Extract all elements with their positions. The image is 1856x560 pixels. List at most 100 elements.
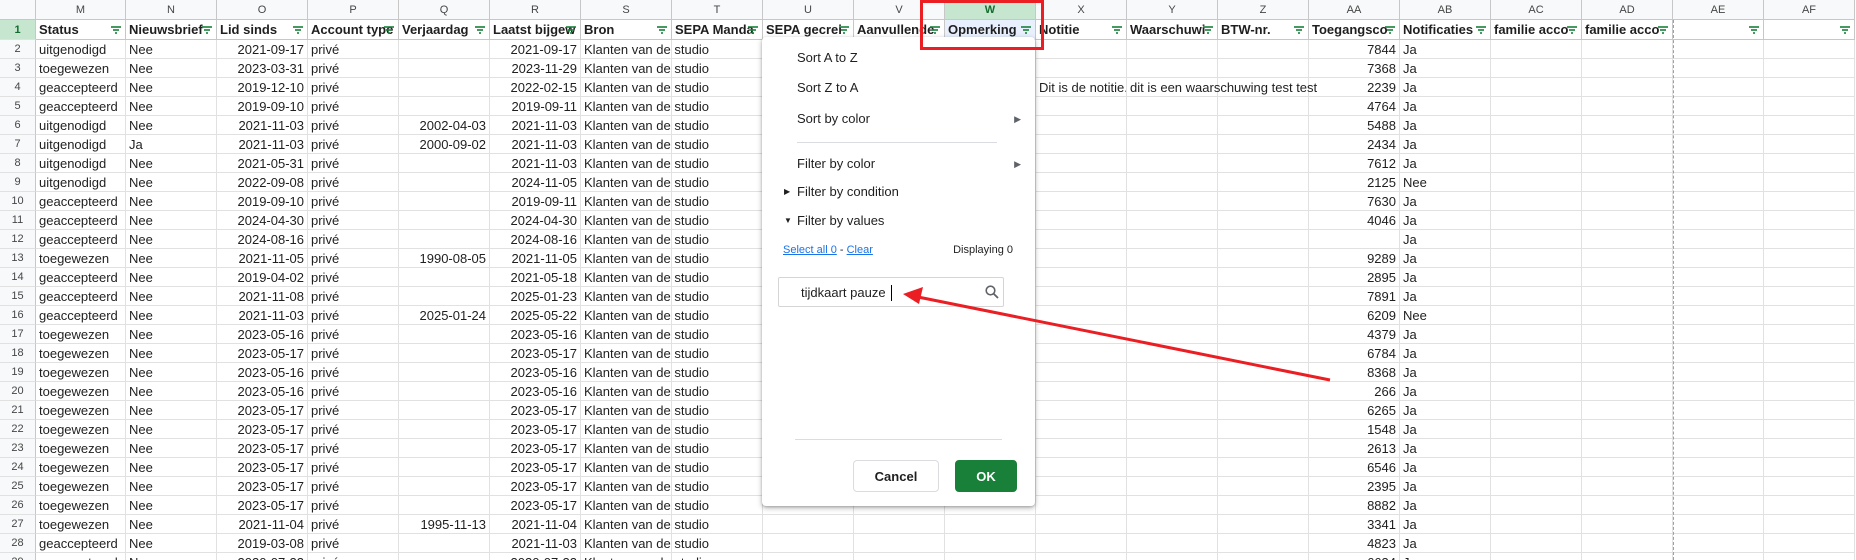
cell-acc[interactable]: privé bbox=[308, 211, 399, 230]
grid-cell[interactable] bbox=[1764, 59, 1855, 78]
grid-cell[interactable] bbox=[1673, 173, 1764, 192]
column-letter-u[interactable]: U bbox=[763, 0, 854, 20]
grid-cell[interactable] bbox=[1491, 116, 1582, 135]
grid-cell[interactable] bbox=[1491, 97, 1582, 116]
cell-status[interactable]: geaccepteerd bbox=[36, 287, 126, 306]
filter-icon[interactable] bbox=[745, 22, 761, 38]
filter-icon[interactable] bbox=[1200, 22, 1216, 38]
grid-cell[interactable] bbox=[1582, 78, 1673, 97]
row-number[interactable]: 7 bbox=[0, 135, 36, 154]
cell-status[interactable]: toegewezen bbox=[36, 515, 126, 534]
cell-acc[interactable]: privé bbox=[308, 249, 399, 268]
cell-verj[interactable] bbox=[399, 268, 490, 287]
cell-nieuws[interactable]: Nee bbox=[126, 496, 217, 515]
grid-cell[interactable] bbox=[1491, 439, 1582, 458]
filter-by-values-item[interactable]: ▼ Filter by values bbox=[762, 207, 1035, 235]
column-letter-p[interactable]: P bbox=[308, 0, 399, 20]
cell-toeg[interactable] bbox=[1309, 230, 1400, 249]
cell-notif[interactable]: Ja bbox=[1400, 325, 1491, 344]
cell-notitie[interactable] bbox=[1036, 211, 1127, 230]
cell-nieuws[interactable]: Nee bbox=[126, 420, 217, 439]
cell-acc[interactable]: privé bbox=[308, 97, 399, 116]
grid-cell[interactable] bbox=[1582, 173, 1673, 192]
cell-lid[interactable]: 2021-11-03 bbox=[217, 135, 308, 154]
cell-verj[interactable] bbox=[399, 211, 490, 230]
grid-cell[interactable] bbox=[1491, 534, 1582, 553]
cell-status[interactable]: toegewezen bbox=[36, 496, 126, 515]
cell-toeg[interactable]: 6209 bbox=[1309, 306, 1400, 325]
grid-cell[interactable] bbox=[1673, 211, 1764, 230]
column-letter-t[interactable]: T bbox=[672, 0, 763, 20]
row-number[interactable]: 12 bbox=[0, 230, 36, 249]
grid-cell[interactable] bbox=[1673, 135, 1764, 154]
cell-lid[interactable]: 2023-03-31 bbox=[217, 59, 308, 78]
cell-bron[interactable]: Klanten van de studio bbox=[581, 496, 709, 515]
cell-acc[interactable]: privé bbox=[308, 477, 399, 496]
cell-verj[interactable]: 2000-09-02 bbox=[399, 135, 490, 154]
cell-laatst[interactable]: 2020-07-22 bbox=[490, 553, 581, 560]
cell-waarsch[interactable] bbox=[1127, 325, 1309, 344]
filter-icon[interactable] bbox=[199, 22, 215, 38]
cell-toeg[interactable]: 2125 bbox=[1309, 173, 1400, 192]
cell-verj[interactable] bbox=[399, 344, 490, 363]
grid-cell[interactable] bbox=[1764, 97, 1855, 116]
cell-notitie[interactable] bbox=[1036, 382, 1127, 401]
cell-status[interactable]: toegewezen bbox=[36, 458, 126, 477]
grid-cell[interactable] bbox=[1491, 306, 1582, 325]
filter-icon[interactable] bbox=[1291, 22, 1307, 38]
cell-waarsch[interactable] bbox=[1127, 249, 1309, 268]
filter-icon[interactable] bbox=[108, 22, 124, 38]
cell-notif[interactable]: Ja bbox=[1400, 496, 1491, 515]
cell-nieuws[interactable]: Nee bbox=[126, 363, 217, 382]
grid-cell[interactable] bbox=[1491, 363, 1582, 382]
cell-notitie[interactable] bbox=[1036, 344, 1127, 363]
cell-notif[interactable]: Ja bbox=[1400, 192, 1491, 211]
cell-acc[interactable]: privé bbox=[308, 363, 399, 382]
grid-cell[interactable] bbox=[1764, 420, 1855, 439]
grid-cell[interactable] bbox=[1582, 534, 1673, 553]
filter-icon[interactable] bbox=[1655, 22, 1671, 38]
grid-cell[interactable] bbox=[1582, 496, 1673, 515]
row-number[interactable]: 22 bbox=[0, 420, 36, 439]
cell-verj[interactable] bbox=[399, 439, 490, 458]
cell-notitie[interactable] bbox=[1036, 553, 1127, 560]
row-number[interactable]: 6 bbox=[0, 116, 36, 135]
cell-acc[interactable]: privé bbox=[308, 325, 399, 344]
grid-cell[interactable] bbox=[1491, 211, 1582, 230]
cell-nieuws[interactable]: Nee bbox=[126, 534, 217, 553]
cell-status[interactable]: toegewezen bbox=[36, 249, 126, 268]
cancel-button[interactable]: Cancel bbox=[853, 460, 939, 492]
filter-search-box[interactable] bbox=[778, 277, 1004, 307]
grid-cell[interactable] bbox=[1673, 344, 1764, 363]
grid-cell[interactable] bbox=[1764, 287, 1855, 306]
grid-cell[interactable] bbox=[1582, 344, 1673, 363]
cell-notitie[interactable] bbox=[1036, 116, 1127, 135]
cell-notif[interactable]: Ja bbox=[1400, 477, 1491, 496]
cell-notif[interactable]: Ja bbox=[1400, 78, 1491, 97]
grid-cell[interactable] bbox=[1764, 325, 1855, 344]
cell-acc[interactable]: privé bbox=[308, 78, 399, 97]
grid-cell[interactable] bbox=[1673, 230, 1764, 249]
cell-verj[interactable]: 1995-11-13 bbox=[399, 515, 490, 534]
grid-cell[interactable] bbox=[1582, 211, 1673, 230]
cell-notitie[interactable] bbox=[1036, 477, 1127, 496]
cell-toeg[interactable]: 6784 bbox=[1309, 344, 1400, 363]
cell-laatst[interactable]: 2023-05-17 bbox=[490, 420, 581, 439]
column-letter-z[interactable]: Z bbox=[1218, 0, 1309, 20]
cell-lid[interactable]: 2023-05-16 bbox=[217, 325, 308, 344]
cell-waarsch[interactable] bbox=[1127, 515, 1309, 534]
grid-cell[interactable] bbox=[1764, 382, 1855, 401]
row-number[interactable]: 24 bbox=[0, 458, 36, 477]
cell-notif[interactable]: Ja bbox=[1400, 382, 1491, 401]
cell-lid[interactable]: 2019-09-10 bbox=[217, 97, 308, 116]
cell-waarsch[interactable] bbox=[1127, 534, 1309, 553]
cell-toeg[interactable]: 5488 bbox=[1309, 116, 1400, 135]
cell-status[interactable]: uitgenodigd bbox=[36, 40, 126, 59]
cell-toeg[interactable]: 9289 bbox=[1309, 249, 1400, 268]
cell-status[interactable]: geaccepteerd bbox=[36, 553, 126, 560]
cell-laatst[interactable]: 2021-11-03 bbox=[490, 534, 581, 553]
cell-verj[interactable] bbox=[399, 173, 490, 192]
cell-nieuws[interactable]: Nee bbox=[126, 192, 217, 211]
cell-waarsch[interactable] bbox=[1127, 553, 1309, 560]
cell-lid[interactable]: 2020-07-22 bbox=[217, 553, 308, 560]
